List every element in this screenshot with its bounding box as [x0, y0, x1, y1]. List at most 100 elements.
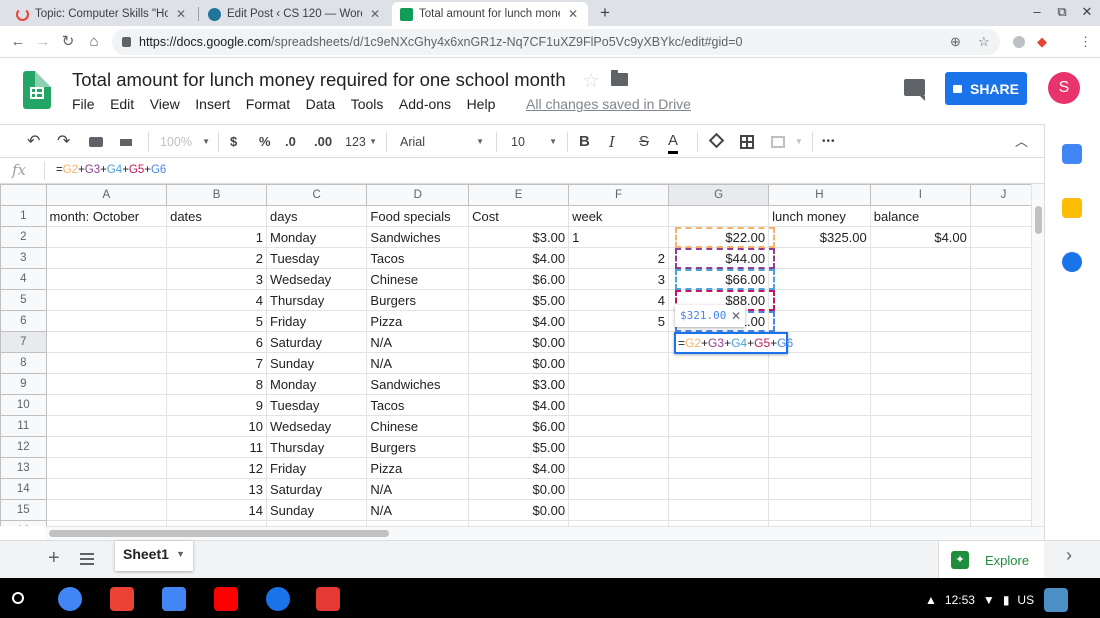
- row-header[interactable]: 12: [0, 436, 47, 458]
- zoom-select[interactable]: 100% ▼: [160, 132, 210, 152]
- url-input[interactable]: https://docs.google.com/spreadsheets/d/1…: [112, 29, 1000, 55]
- grid-cell[interactable]: [969, 373, 1038, 395]
- save-status-link[interactable]: All changes saved in Drive: [526, 96, 691, 112]
- print-icon[interactable]: [88, 132, 104, 152]
- grid-cell[interactable]: $0.00: [468, 499, 570, 521]
- grid-cell[interactable]: [969, 457, 1038, 479]
- grid-cell[interactable]: 4: [568, 289, 669, 311]
- grid-cell[interactable]: Thursday: [265, 436, 368, 458]
- grid-cell[interactable]: 4: [166, 289, 267, 311]
- fill-color-icon[interactable]: [708, 132, 724, 152]
- grid-cell[interactable]: [869, 436, 971, 458]
- close-icon[interactable]: ✕: [731, 305, 741, 327]
- back-icon[interactable]: ←: [8, 32, 28, 52]
- bookmark-star-icon[interactable]: ☆: [978, 34, 990, 50]
- restore-icon[interactable]: ⧉: [1053, 4, 1071, 20]
- italic-button[interactable]: I: [609, 132, 615, 152]
- row-header[interactable]: 4: [0, 268, 47, 290]
- grid-cell[interactable]: $6.00: [468, 268, 570, 290]
- currency-format-button[interactable]: $: [230, 132, 237, 152]
- grid-cell[interactable]: [667, 436, 770, 458]
- column-header-d[interactable]: D: [366, 184, 470, 206]
- grid-cell[interactable]: month: October: [45, 205, 168, 227]
- grid-cell[interactable]: 5: [568, 310, 669, 332]
- reload-icon[interactable]: ↻: [58, 32, 78, 52]
- formula-input[interactable]: =G2+G3+G4+G5+G6: [56, 164, 166, 176]
- grid-cell[interactable]: $6.00: [468, 415, 570, 437]
- grid-cell[interactable]: [45, 226, 168, 248]
- grid-cell[interactable]: [869, 415, 971, 437]
- grid-cell[interactable]: [568, 415, 669, 437]
- chrome-icon[interactable]: [58, 587, 82, 611]
- grid-cell[interactable]: Wedseday: [265, 415, 368, 437]
- grid-cell[interactable]: [45, 289, 168, 311]
- grid-cell[interactable]: [667, 205, 770, 227]
- chevron-right-icon[interactable]: ›: [1066, 545, 1072, 566]
- grid-cell[interactable]: [869, 478, 971, 500]
- grid-cell[interactable]: [969, 289, 1038, 311]
- grid-cell[interactable]: $44.00: [667, 247, 770, 269]
- avatar[interactable]: S: [1048, 72, 1080, 104]
- grid-cell[interactable]: [869, 310, 971, 332]
- grid-cell[interactable]: 6: [166, 331, 267, 353]
- grid-cell[interactable]: Sunday: [265, 352, 368, 374]
- new-tab-button[interactable]: +: [595, 2, 615, 24]
- cast-extension-icon[interactable]: ◆: [1037, 34, 1047, 50]
- grid-cell[interactable]: 1: [166, 226, 267, 248]
- close-icon[interactable]: ✕: [174, 7, 188, 21]
- grid-cell[interactable]: Pizza: [366, 457, 470, 479]
- grid-cell[interactable]: Wedseday: [265, 268, 368, 290]
- grid-cell[interactable]: Chinese: [366, 415, 470, 437]
- grid-cell[interactable]: Monday: [265, 226, 368, 248]
- grid-cell[interactable]: dates: [166, 205, 267, 227]
- folder-icon[interactable]: [611, 70, 628, 86]
- grid-cell[interactable]: [667, 352, 770, 374]
- home-icon[interactable]: ⌂: [84, 32, 104, 52]
- row-header[interactable]: 11: [0, 415, 47, 437]
- decrease-decimal-button[interactable]: .0: [285, 132, 296, 152]
- grid-cell[interactable]: [768, 436, 871, 458]
- zoom-icon[interactable]: ⊕: [950, 34, 961, 50]
- column-header-g[interactable]: G: [667, 184, 770, 206]
- grid-cell[interactable]: [45, 310, 168, 332]
- menu-addons[interactable]: Add-ons: [399, 96, 451, 112]
- youtube-icon[interactable]: [214, 587, 238, 611]
- grid-cell[interactable]: 11: [166, 436, 267, 458]
- column-header-i[interactable]: I: [869, 184, 971, 206]
- grid-cell[interactable]: [667, 373, 770, 395]
- grid-cell[interactable]: Sunday: [265, 499, 368, 521]
- horizontal-scrollbar[interactable]: [46, 526, 1044, 540]
- grid-cell[interactable]: [45, 499, 168, 521]
- column-header-h[interactable]: H: [768, 184, 871, 206]
- grid-cell[interactable]: Saturday: [265, 478, 368, 500]
- grid-cell[interactable]: [969, 415, 1038, 437]
- grid-cell[interactable]: $4.00: [869, 226, 971, 248]
- grid-cell[interactable]: Monday: [265, 373, 368, 395]
- grid-cell[interactable]: $66.00: [667, 268, 770, 290]
- grid-cell[interactable]: [768, 457, 871, 479]
- grid-cell[interactable]: $325.00: [768, 226, 871, 248]
- browser-tab-wordpress[interactable]: Edit Post ‹ CS 120 — WordPress ✕: [200, 2, 390, 26]
- grid-cell[interactable]: $3.00: [468, 226, 570, 248]
- row-header[interactable]: 1: [0, 205, 47, 227]
- menu-help[interactable]: Help: [467, 96, 496, 112]
- redo-icon[interactable]: ↷: [57, 132, 70, 152]
- grid-cell[interactable]: Tacos: [366, 247, 470, 269]
- grid-cell[interactable]: N/A: [366, 499, 470, 521]
- grid-cell[interactable]: 3: [568, 268, 669, 290]
- grid-cell[interactable]: [768, 268, 871, 290]
- row-header[interactable]: 14: [0, 478, 47, 500]
- grid-cell[interactable]: Cost: [468, 205, 570, 227]
- window-close-icon[interactable]: ✕: [1078, 4, 1096, 20]
- row-header[interactable]: 5: [0, 289, 47, 311]
- grid-cell[interactable]: [869, 289, 971, 311]
- grid-cell[interactable]: [45, 373, 168, 395]
- grid-cell[interactable]: [568, 436, 669, 458]
- tasks-icon[interactable]: [1062, 252, 1082, 272]
- share-button[interactable]: SHARE: [945, 72, 1027, 105]
- column-header-b[interactable]: B: [166, 184, 267, 206]
- grid-cell[interactable]: Thursday: [265, 289, 368, 311]
- grid-cell[interactable]: Tacos: [366, 394, 470, 416]
- launcher-icon[interactable]: [12, 592, 24, 604]
- grid-cell[interactable]: [969, 310, 1038, 332]
